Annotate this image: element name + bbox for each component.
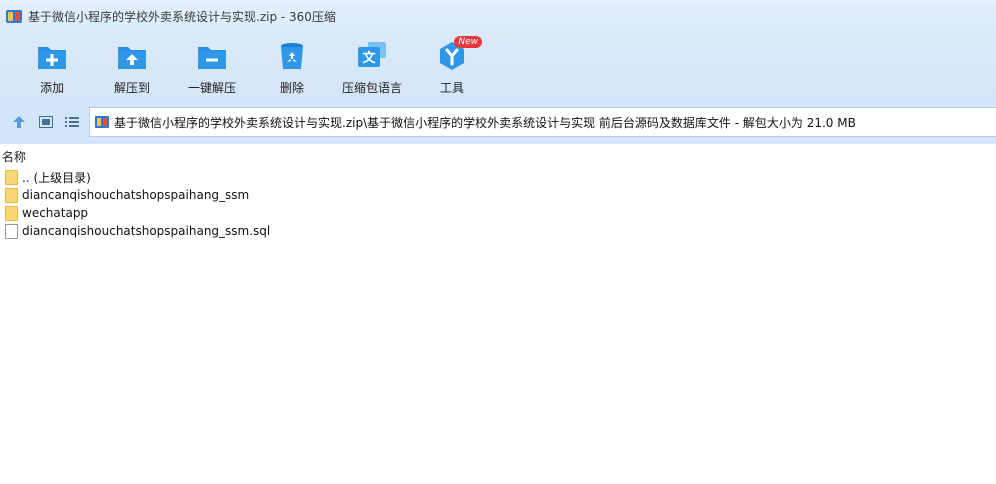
list-view-icon [65,117,79,127]
column-name-header[interactable]: 名称 [0,148,26,165]
item-name: wechatapp [22,206,89,220]
folder-icon [5,205,18,221]
tools-label: 工具 [439,81,464,95]
file-icon [5,223,18,239]
delete-button[interactable]: 删除 [260,38,324,96]
list-item[interactable]: diancanqishouchatshopspaihang_ssm [0,186,996,204]
list-item[interactable]: wechatapp [0,204,996,222]
one-click-extract-button[interactable]: 一键解压 [180,38,244,96]
column-header: 名称 [0,146,996,166]
archive-language-button[interactable]: 文 压缩包语言 [340,38,404,96]
extract-to-label: 解压到 [113,81,150,95]
window-title: 基于微信小程序的学校外卖系统设计与实现.zip - 360压缩 [28,9,336,24]
archive-icon [95,115,109,129]
svg-text:文: 文 [362,50,376,66]
thumbnail-view-button[interactable] [37,113,55,131]
thumbnail-view-icon [39,116,53,128]
up-level-button[interactable] [10,113,28,131]
extract-to-icon [116,40,148,72]
delete-label: 删除 [279,81,304,95]
list-item-parent-dir[interactable]: .. (上级目录) [0,168,996,186]
item-name: diancanqishouchatshopspaihang_ssm.sql [22,224,271,238]
tools-button[interactable]: New 工具 [420,36,484,96]
item-name: diancanqishouchatshopspaihang_ssm [22,188,250,202]
path-field[interactable]: 基于微信小程序的学校外卖系统设计与实现.zip\基于微信小程序的学校外卖系统设计… [89,107,996,137]
delete-icon [276,40,308,72]
app-logo-icon [6,8,22,24]
list-item[interactable]: diancanqishouchatshopspaihang_ssm.sql [0,222,996,240]
add-button[interactable]: 添加 [20,38,84,96]
item-name: .. (上级目录) [22,170,91,185]
toolbar: 添加 解压到 一键解压 删除 文 压缩包语言 New 工具 [0,32,996,100]
folder-icon [5,187,18,203]
folder-icon [5,169,18,185]
title-bar: 基于微信小程序的学校外卖系统设计与实现.zip - 360压缩 [0,0,996,32]
add-label: 添加 [39,81,64,95]
path-text: 基于微信小程序的学校外卖系统设计与实现.zip\基于微信小程序的学校外卖系统设计… [114,115,856,130]
one-click-extract-label: 一键解压 [187,81,236,95]
add-folder-icon [36,40,68,72]
extract-to-button[interactable]: 解压到 [100,38,164,96]
list-view-button[interactable] [63,113,81,131]
one-click-extract-icon [196,40,228,72]
archive-language-label: 压缩包语言 [341,81,402,95]
language-icon: 文 [356,40,388,72]
tools-icon: New [436,36,482,72]
address-bar: 基于微信小程序的学校外卖系统设计与实现.zip\基于微信小程序的学校外卖系统设计… [0,100,996,144]
arrow-up-icon [13,116,25,128]
file-list: .. (上级目录) diancanqishouchatshopspaihang_… [0,168,996,240]
new-badge: New [454,36,482,48]
